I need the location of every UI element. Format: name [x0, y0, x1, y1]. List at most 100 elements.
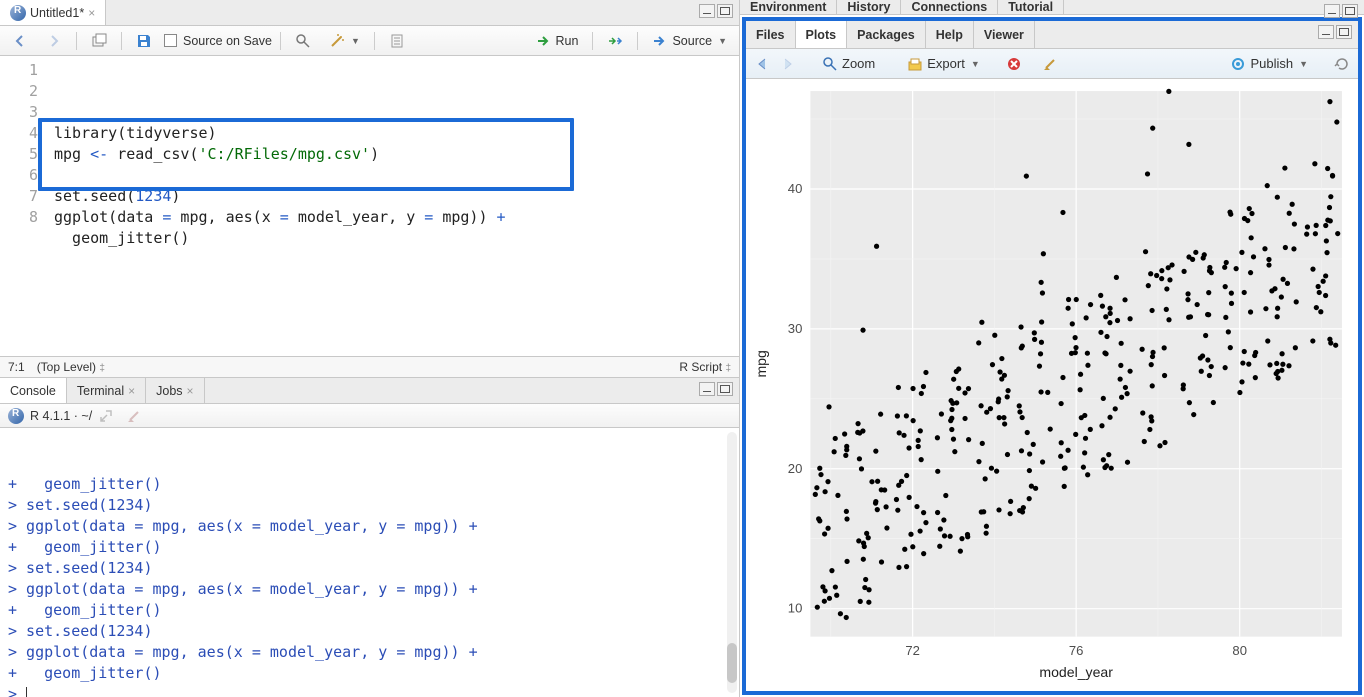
source-arrow-icon	[652, 33, 668, 49]
zoom-icon	[822, 56, 838, 72]
svg-text:model_year: model_year	[1039, 664, 1113, 680]
tab-jobs[interactable]: Jobs×	[146, 378, 204, 403]
remove-plot-icon[interactable]	[1006, 56, 1022, 72]
forward-button[interactable]	[40, 31, 68, 51]
plots-window-controls	[1318, 25, 1352, 39]
source-on-save-label: Source on Save	[183, 34, 272, 48]
scrollbar-thumb[interactable]	[727, 643, 737, 683]
close-icon[interactable]: ×	[128, 384, 135, 398]
svg-text:mpg: mpg	[753, 350, 769, 377]
clear-all-icon[interactable]	[1042, 56, 1058, 72]
cursor-position: 7:1	[8, 360, 25, 374]
files-tabbar: Files Plots Packages Help Viewer	[746, 21, 1358, 49]
r-logo-icon	[8, 408, 24, 424]
export-icon	[907, 56, 923, 72]
source-on-save-checkbox[interactable]	[164, 34, 177, 47]
editor-statusbar: 7:1 (Top Level) ‡ R Script ‡	[0, 356, 739, 378]
plot-area: 72768010203040model_yearmpg	[746, 79, 1358, 691]
plot-prev-icon[interactable]	[754, 56, 770, 72]
maximize-icon[interactable]	[717, 4, 733, 18]
show-in-new-window-button[interactable]	[85, 31, 113, 51]
console-tabbar: Console Terminal× Jobs×	[0, 378, 739, 404]
chevron-down-icon: ▼	[351, 36, 360, 46]
broom-icon[interactable]	[126, 408, 142, 424]
tab-help[interactable]: Help	[926, 21, 974, 48]
tab-history[interactable]: History	[837, 0, 901, 14]
scatter-plot: 72768010203040model_yearmpg	[750, 83, 1354, 687]
wand-icon	[329, 33, 345, 49]
arrow-left-icon	[12, 33, 28, 49]
chevron-down-icon: ▼	[718, 36, 727, 46]
file-tab-label: Untitled1*	[30, 6, 84, 20]
source-label: Source	[672, 34, 712, 48]
env-tabbar: Environment History Connections Tutorial	[740, 0, 1364, 15]
svg-text:30: 30	[788, 321, 803, 336]
source-tabbar: Untitled1* ×	[0, 0, 739, 26]
rerun-button[interactable]	[601, 31, 629, 51]
popout-icon	[91, 33, 107, 49]
svg-text:20: 20	[788, 461, 803, 476]
tab-files[interactable]: Files	[746, 21, 796, 48]
find-button[interactable]	[289, 31, 317, 51]
zoom-button[interactable]: Zoom	[816, 54, 881, 74]
tab-console[interactable]: Console	[0, 378, 67, 403]
minimize-icon[interactable]	[699, 4, 715, 18]
notebook-icon	[389, 33, 405, 49]
console-pane: Console Terminal× Jobs× R 4.1.1 · ~/ + g…	[0, 378, 739, 697]
svg-text:80: 80	[1232, 643, 1247, 658]
tab-packages[interactable]: Packages	[847, 21, 926, 48]
close-icon[interactable]: ×	[88, 6, 95, 20]
tab-viewer[interactable]: Viewer	[974, 21, 1035, 48]
code-tools-button[interactable]: ▼	[323, 31, 366, 51]
compile-report-button[interactable]	[383, 31, 411, 51]
console-output[interactable]: + geom_jitter()> set.seed(1234)> ggplot(…	[0, 428, 739, 697]
minimize-icon[interactable]	[699, 382, 715, 396]
tab-plots[interactable]: Plots	[796, 21, 848, 48]
run-label: Run	[556, 34, 579, 48]
minimize-icon[interactable]	[1324, 4, 1340, 18]
console-window-controls	[699, 382, 733, 396]
svg-text:10: 10	[788, 601, 803, 616]
scope-indicator[interactable]: (Top Level) ‡	[37, 360, 105, 374]
plot-next-icon[interactable]	[780, 56, 796, 72]
env-window-controls	[1324, 4, 1358, 18]
scrollbar[interactable]	[727, 432, 737, 693]
save-icon	[136, 33, 152, 49]
source-button[interactable]: Source ▼	[646, 31, 733, 51]
run-button[interactable]: Run	[530, 31, 585, 51]
line-number-gutter: 12345678	[0, 56, 46, 356]
source-toolbar: Source on Save ▼ Run Source ▼	[0, 26, 739, 56]
file-tab[interactable]: Untitled1* ×	[0, 0, 106, 25]
tab-tutorial[interactable]: Tutorial	[998, 0, 1064, 14]
popout-icon[interactable]	[98, 408, 114, 424]
chevron-down-icon: ▼	[971, 59, 980, 69]
code-area[interactable]: library(tidyverse)mpg <- read_csv('C:/RF…	[46, 56, 739, 356]
maximize-icon[interactable]	[717, 382, 733, 396]
svg-text:40: 40	[788, 181, 803, 196]
console-header: R 4.1.1 · ~/	[0, 404, 739, 428]
publish-button[interactable]: Publish ▼	[1224, 54, 1314, 74]
save-button[interactable]	[130, 31, 158, 51]
language-indicator[interactable]: R Script ‡	[679, 360, 731, 374]
chevron-down-icon: ▼	[1299, 59, 1308, 69]
publish-icon	[1230, 56, 1246, 72]
export-button[interactable]: Export ▼	[901, 54, 986, 74]
tab-terminal[interactable]: Terminal×	[67, 378, 146, 403]
plot-toolbar: Zoom Export ▼ Publish ▼	[746, 49, 1358, 79]
tab-environment[interactable]: Environment	[740, 0, 837, 14]
back-button[interactable]	[6, 31, 34, 51]
refresh-icon[interactable]	[1334, 56, 1350, 72]
search-icon	[295, 33, 311, 49]
minimize-icon[interactable]	[1318, 25, 1334, 39]
maximize-icon[interactable]	[1336, 25, 1352, 39]
run-arrow-icon	[536, 33, 552, 49]
source-window-controls	[699, 4, 733, 18]
arrow-right-icon	[46, 33, 62, 49]
close-icon[interactable]: ×	[187, 384, 194, 398]
svg-text:76: 76	[1069, 643, 1084, 658]
code-editor[interactable]: 12345678 library(tidyverse)mpg <- read_c…	[0, 56, 739, 356]
maximize-icon[interactable]	[1342, 4, 1358, 18]
console-header-text: R 4.1.1 · ~/	[30, 409, 92, 423]
rerun-icon	[607, 33, 623, 49]
tab-connections[interactable]: Connections	[901, 0, 998, 14]
